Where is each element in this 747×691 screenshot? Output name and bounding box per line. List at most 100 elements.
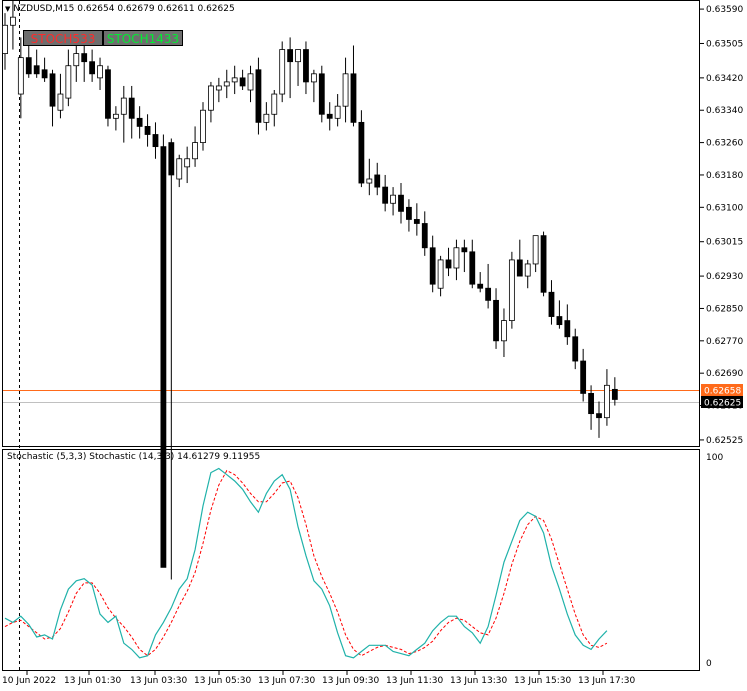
stoch533-button[interactable]: STOCH533 bbox=[23, 30, 103, 46]
bear-candle bbox=[516, 259, 523, 277]
bear-candle bbox=[540, 235, 547, 293]
time-tick-label: 10 Jun 2022 bbox=[2, 676, 56, 686]
bear-candle bbox=[382, 186, 389, 204]
bull-candle bbox=[120, 97, 127, 115]
time-axis: 10 Jun 2022 13 Jun 01:30 13 Jun 03:30 13 Ju… bbox=[2, 671, 635, 686]
bull-candle bbox=[279, 49, 286, 95]
price-tick-label: 0.62770 bbox=[706, 337, 743, 347]
time-tick-label: 13 Jun 09:30 bbox=[322, 676, 379, 686]
bull-candle bbox=[200, 109, 206, 143]
time-tick-label: 13 Jun 03:30 bbox=[130, 676, 187, 686]
bull-candle bbox=[192, 142, 198, 160]
bull-candle bbox=[366, 178, 373, 184]
bear-candle bbox=[398, 194, 404, 212]
price-tick-label: 0.63180 bbox=[706, 171, 743, 181]
bear-candle bbox=[556, 316, 563, 326]
indicator-panel-frame bbox=[2, 449, 700, 671]
bear-candle bbox=[49, 73, 56, 107]
bear-candle bbox=[168, 142, 175, 176]
price-panel-frame bbox=[2, 0, 700, 447]
bear-candle bbox=[469, 251, 476, 285]
bull-candle bbox=[524, 263, 531, 277]
bull-candle bbox=[263, 113, 270, 123]
bull-candle bbox=[112, 113, 119, 119]
bull-candle bbox=[310, 73, 317, 83]
bear-candle bbox=[105, 69, 111, 119]
svg-text:0.62658: 0.62658 bbox=[704, 387, 741, 397]
bear-candle bbox=[485, 287, 492, 301]
price-tick-label: 0.63260 bbox=[706, 139, 743, 149]
price-tick-label: 0.62690 bbox=[706, 369, 743, 379]
bear-candle bbox=[406, 206, 412, 220]
bull-candle bbox=[215, 85, 222, 91]
indicator-scale-min: 0 bbox=[706, 659, 712, 669]
bull-candle bbox=[65, 65, 72, 99]
bear-candle bbox=[413, 219, 420, 224]
bull-candle bbox=[271, 93, 278, 115]
stoch533-button-label: STOCH533 bbox=[30, 32, 96, 46]
price-tick-label: 0.62930 bbox=[706, 272, 743, 282]
bull-candle bbox=[10, 16, 16, 26]
bull-candle bbox=[97, 65, 103, 79]
bear-candle bbox=[493, 299, 499, 342]
bull-candle bbox=[17, 57, 24, 95]
ask-price-tag: 0.62658 bbox=[701, 384, 743, 397]
bear-candle bbox=[374, 174, 381, 188]
symbol-info: NZDUSD,M15 0.62654 0.62679 0.62611 0.626… bbox=[13, 4, 235, 14]
price-tick-label: 0.63340 bbox=[706, 106, 743, 116]
time-tick-label: 13 Jun 13:30 bbox=[450, 676, 507, 686]
bull-candle bbox=[604, 384, 610, 419]
bear-candle bbox=[144, 126, 151, 135]
bull-candle bbox=[223, 81, 230, 87]
bear-candle bbox=[41, 69, 48, 79]
bull-candle bbox=[247, 73, 254, 91]
bull-candle bbox=[176, 158, 183, 180]
bull-candle bbox=[295, 49, 301, 63]
price-tick-label: 0.62850 bbox=[706, 304, 743, 314]
bear-candle bbox=[239, 77, 246, 87]
time-tick-label: 13 Jun 15:30 bbox=[514, 676, 571, 686]
indicator-scale-max: 100 bbox=[706, 453, 723, 463]
time-tick-label: 13 Jun 01:30 bbox=[64, 676, 121, 686]
bear-candle bbox=[160, 146, 167, 568]
bear-candle bbox=[287, 49, 294, 63]
bull-candle bbox=[390, 194, 396, 204]
bull-candle bbox=[208, 85, 214, 111]
chart-canvas[interactable]: 0.63590 0.63505 0.63420 0.63340 0.63260 0.631… bbox=[0, 0, 747, 691]
price-tick-label: 0.63590 bbox=[706, 5, 743, 15]
bull-candle bbox=[184, 158, 191, 168]
bear-candle bbox=[128, 97, 135, 119]
time-tick-label: 13 Jun 07:30 bbox=[258, 676, 315, 686]
stoch1433-button[interactable]: STOCH1433 bbox=[103, 30, 183, 46]
bull-candle bbox=[508, 259, 515, 321]
price-tick-label: 0.62525 bbox=[706, 436, 743, 446]
indicator-title: Stochastic (5,3,3) Stochastic (14,3,3) 1… bbox=[7, 452, 261, 462]
stoch1433-button-label: STOCH1433 bbox=[106, 32, 180, 46]
bear-candle bbox=[326, 113, 333, 119]
bear-candle bbox=[548, 291, 555, 317]
bull-candle bbox=[2, 24, 8, 54]
bid-price-tag: 0.62625 bbox=[701, 396, 743, 409]
bull-candle bbox=[437, 259, 444, 289]
bear-candle bbox=[255, 69, 262, 123]
bear-candle bbox=[303, 49, 309, 83]
chart-menu-arrow-icon[interactable]: ▼ bbox=[5, 5, 10, 13]
time-tick-label: 13 Jun 11:30 bbox=[386, 676, 443, 686]
bear-candle bbox=[358, 121, 365, 184]
bear-candle bbox=[89, 61, 96, 75]
price-tick-label: 0.63015 bbox=[706, 238, 743, 248]
bear-candle bbox=[152, 134, 159, 148]
bear-candle bbox=[477, 283, 484, 289]
bull-candle bbox=[453, 247, 460, 269]
bear-candle bbox=[611, 388, 618, 400]
bear-candle bbox=[588, 393, 594, 415]
bull-candle bbox=[342, 73, 349, 107]
bear-candle bbox=[136, 117, 143, 127]
symbol-header: ▼ NZDUSD,M15 0.62654 0.62679 0.62611 0.6… bbox=[5, 4, 235, 14]
bear-candle bbox=[445, 259, 452, 269]
bear-candle bbox=[429, 247, 436, 285]
bull-candle bbox=[501, 320, 507, 342]
bear-candle bbox=[33, 65, 40, 75]
bull-candle bbox=[532, 235, 539, 265]
price-tick-label: 0.63420 bbox=[706, 74, 743, 84]
